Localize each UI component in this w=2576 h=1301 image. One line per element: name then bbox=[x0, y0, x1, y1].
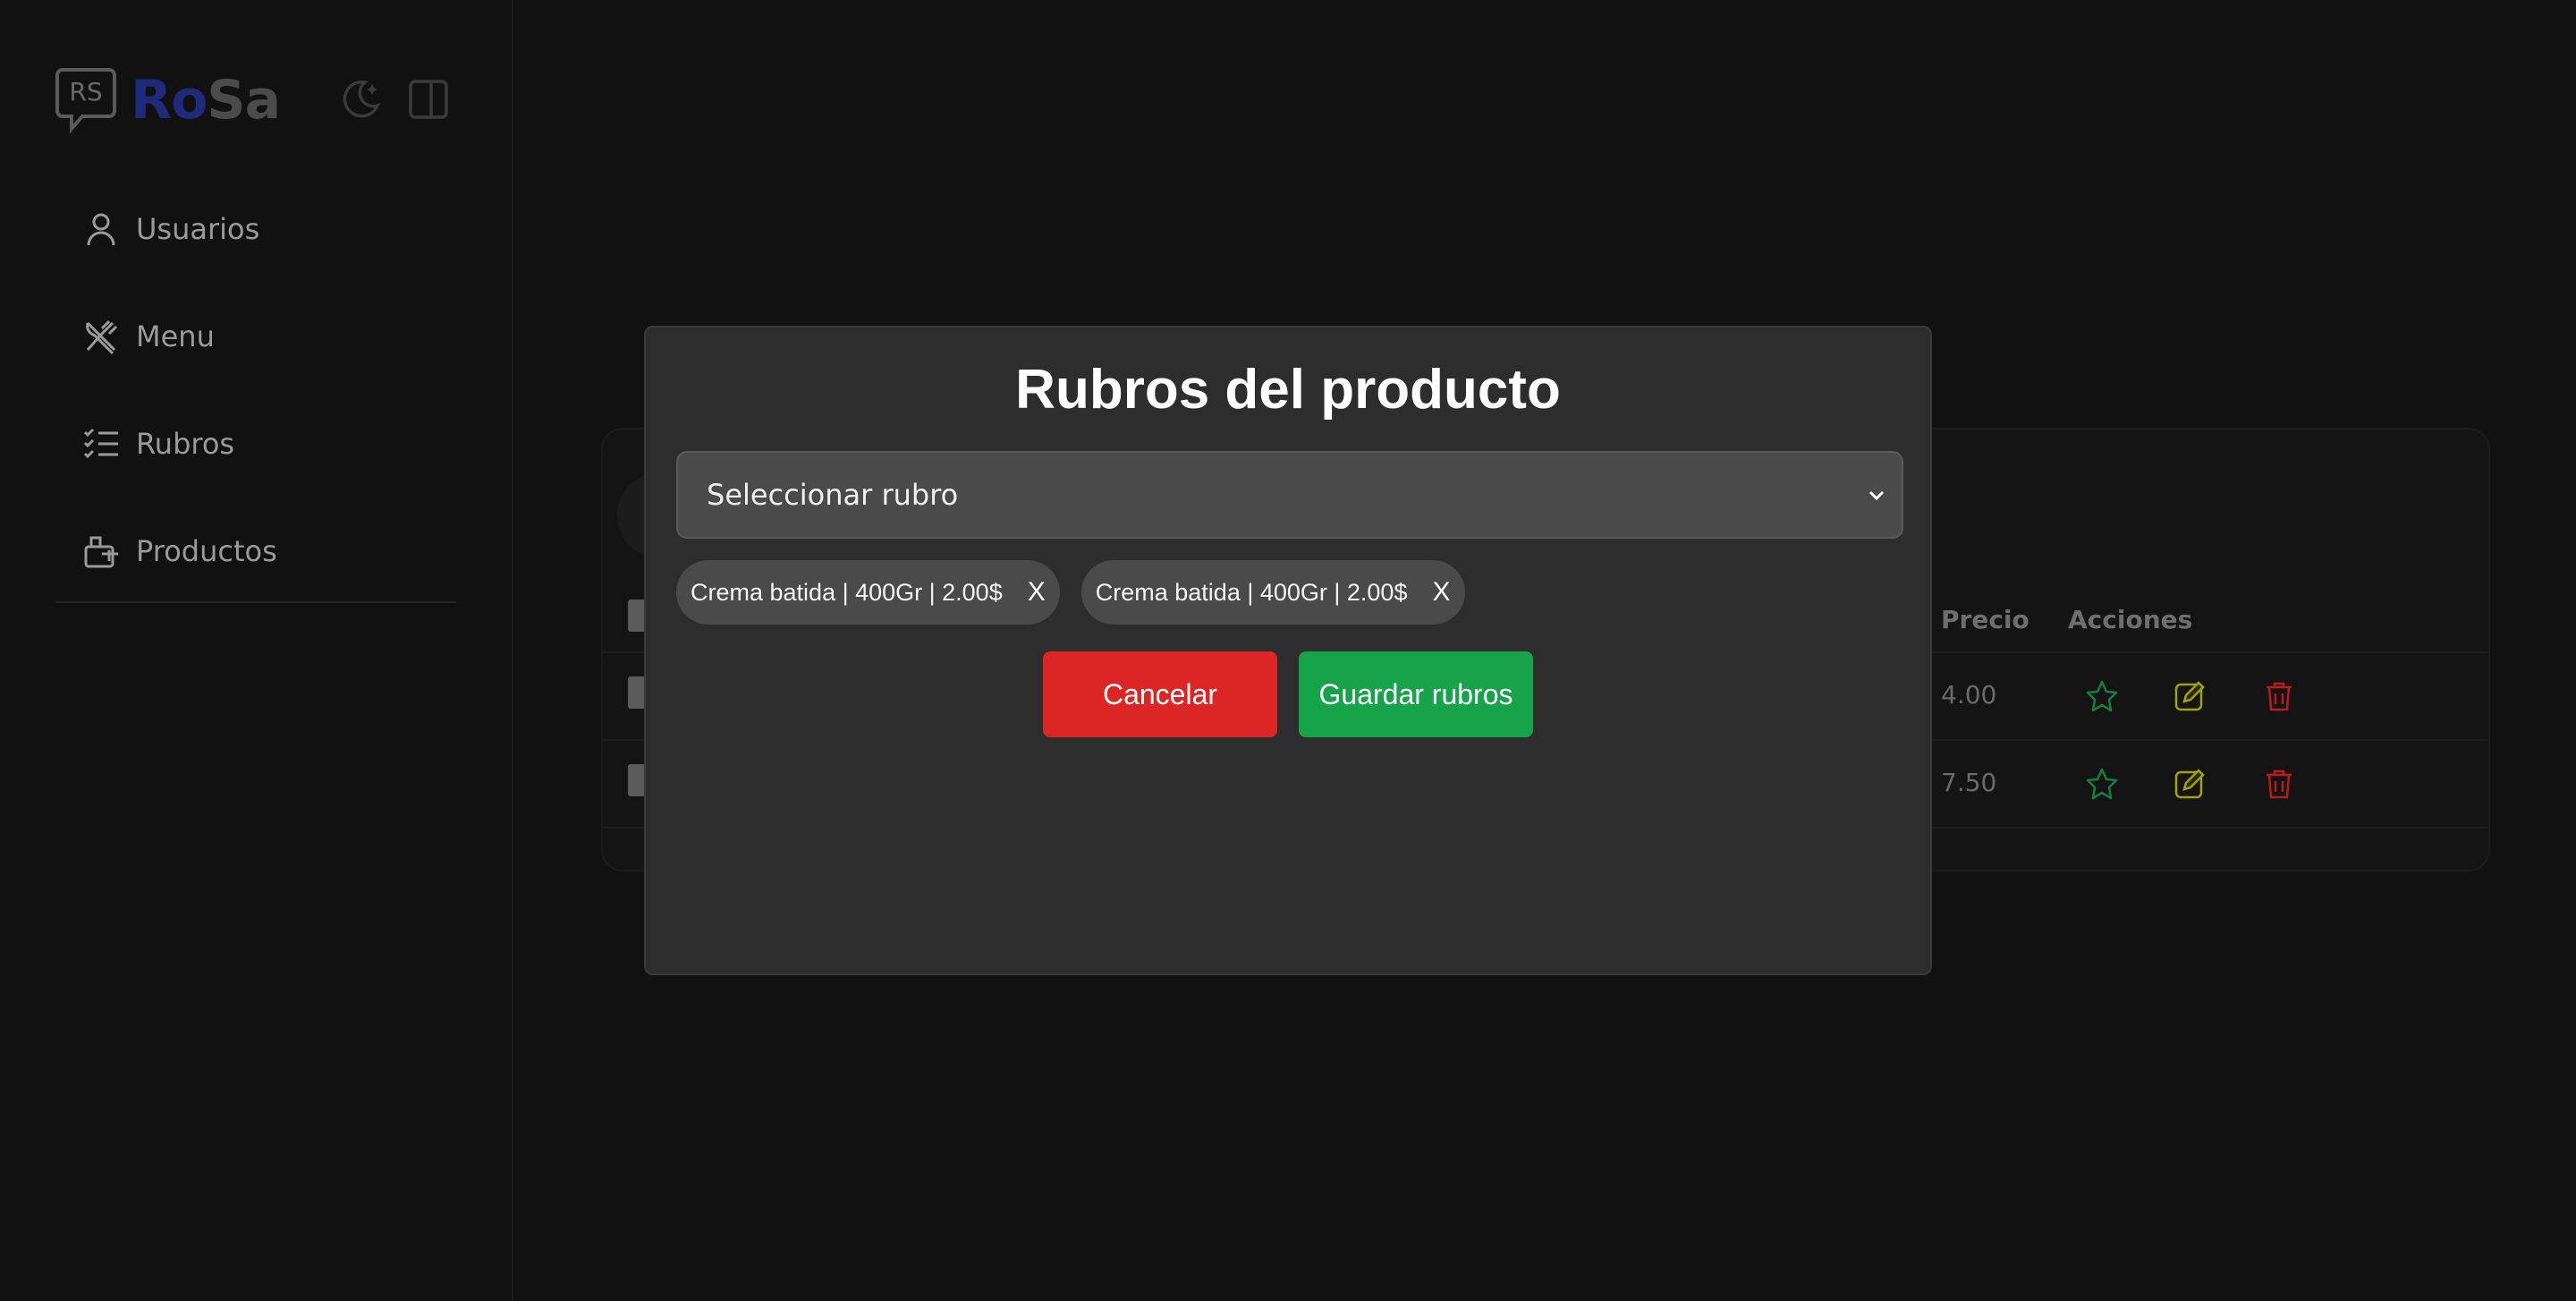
chevron-down-icon bbox=[1868, 490, 1885, 501]
remove-chip-button[interactable]: X bbox=[1028, 577, 1046, 608]
rubros-modal: Rubros del producto Seleccionar rubro Cr… bbox=[644, 326, 1932, 975]
remove-chip-button[interactable]: X bbox=[1432, 577, 1450, 608]
rubro-chip: Crema batida | 400Gr | 2.00$ X bbox=[676, 560, 1060, 625]
rubro-select[interactable]: Seleccionar rubro bbox=[676, 451, 1903, 539]
rubro-select-value: Seleccionar rubro bbox=[707, 478, 959, 512]
selected-rubros: Crema batida | 400Gr | 2.00$ X Crema bat… bbox=[676, 560, 1465, 625]
rubro-chip: Crema batida | 400Gr | 2.00$ X bbox=[1080, 560, 1465, 625]
save-rubros-button[interactable]: Guardar rubros bbox=[1299, 651, 1533, 737]
rubro-chip-label: Crema batida | 400Gr | 2.00$ bbox=[1095, 578, 1408, 606]
modal-title: Rubros del producto bbox=[1015, 359, 1561, 421]
cancel-button[interactable]: Cancelar bbox=[1043, 651, 1277, 737]
rubro-chip-label: Crema batida | 400Gr | 2.00$ bbox=[691, 578, 1003, 606]
